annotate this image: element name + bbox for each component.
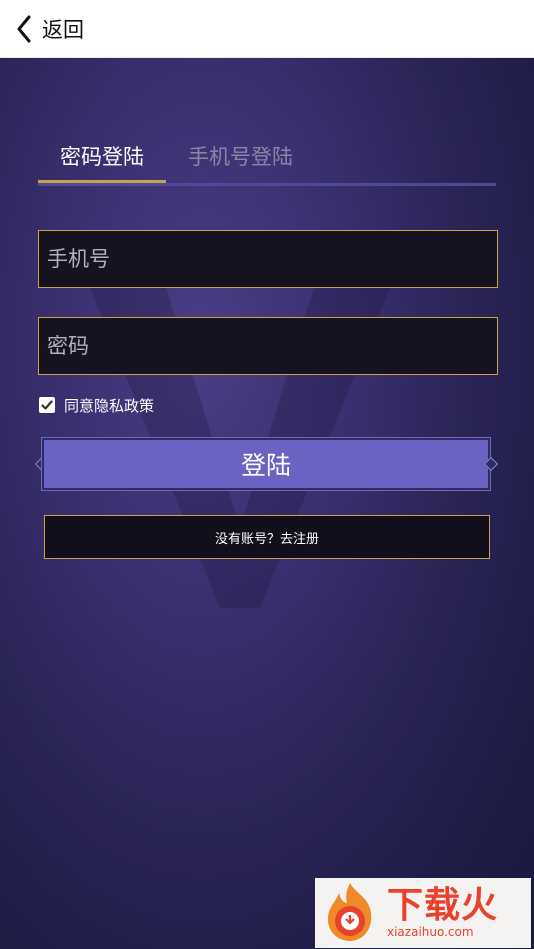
privacy-agreement[interactable]: 同意隐私政策 <box>39 394 154 416</box>
phone-field[interactable] <box>38 230 498 288</box>
watermark-logo: 下载火 xiazaihuo.com <box>315 878 531 948</box>
back-label: 返回 <box>42 17 84 42</box>
login-tabs: 密码登陆 手机号登陆 <box>38 140 496 186</box>
login-button-frame: 登陆 <box>34 435 499 493</box>
back-button[interactable]: 返回 <box>0 0 84 58</box>
watermark-url: xiazaihuo.com <box>387 925 474 939</box>
watermark-title: 下载火 <box>387 885 499 926</box>
privacy-checkbox[interactable] <box>39 397 55 413</box>
active-tab-indicator <box>38 180 166 183</box>
password-field[interactable] <box>38 317 498 375</box>
tab-phone-login-label: 手机号登陆 <box>188 145 293 169</box>
privacy-label: 同意隐私政策 <box>64 396 155 415</box>
tab-password-login-label: 密码登陆 <box>60 145 144 169</box>
tab-password-login[interactable]: 密码登陆 <box>38 140 166 183</box>
login-button[interactable]: 登陆 <box>41 437 491 491</box>
phone-input[interactable] <box>45 246 497 272</box>
top-bar: 返回 <box>0 0 534 58</box>
tab-phone-login[interactable]: 手机号登陆 <box>188 140 293 183</box>
login-button-label: 登陆 <box>240 451 291 480</box>
login-panel: 密码登陆 手机号登陆 同意隐私政策 登陆 没有账号？去注册 <box>0 58 534 949</box>
checkmark-icon <box>41 400 53 410</box>
tabs-divider <box>38 183 496 186</box>
password-input[interactable] <box>45 333 497 359</box>
flame-download-icon <box>327 883 372 941</box>
watermark-text: 下载火 xiazaihuo.com <box>387 885 499 940</box>
chevron-left-icon <box>17 15 31 42</box>
register-button[interactable]: 没有账号？去注册 <box>44 515 490 559</box>
register-button-label: 没有账号？去注册 <box>214 531 319 547</box>
